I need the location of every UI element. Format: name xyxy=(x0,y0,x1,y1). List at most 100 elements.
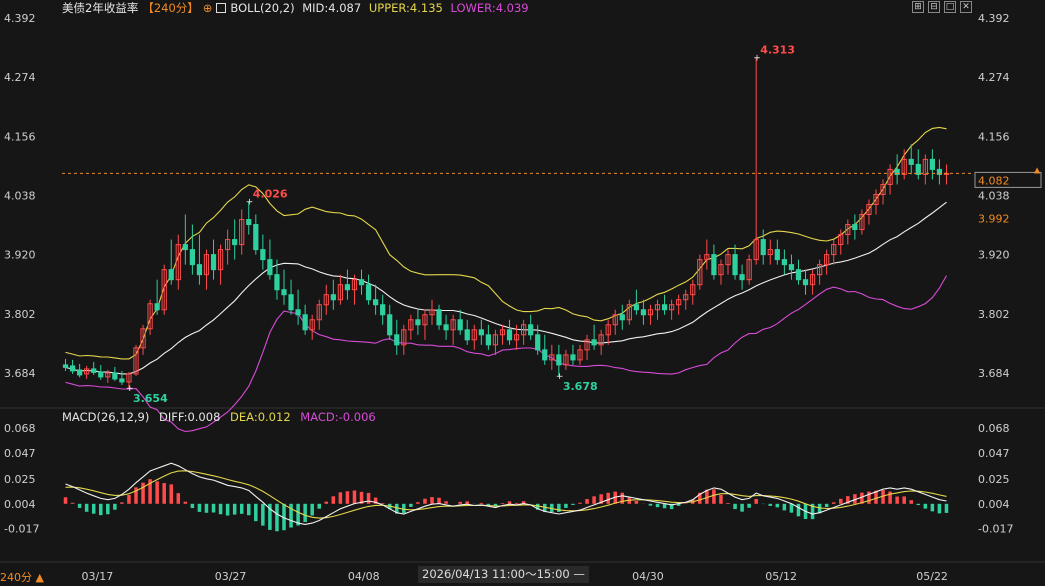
candle-body xyxy=(210,254,217,271)
candle-body xyxy=(281,289,287,296)
boll-upper-line xyxy=(65,126,947,360)
last-close-tag: 3.992 xyxy=(978,213,1010,226)
candle-body xyxy=(232,239,238,246)
candle-body xyxy=(485,334,491,346)
macd-tick-left: 0.004 xyxy=(4,498,36,511)
maximize-icon[interactable]: □ xyxy=(944,1,956,13)
candle-body xyxy=(506,329,513,341)
period-selector[interactable]: 240分 ▲ xyxy=(0,569,44,585)
candle-body xyxy=(267,259,273,276)
boll-lower-value: LOWER:4.039 xyxy=(450,1,529,15)
price-tick-left: 4.274 xyxy=(4,71,36,84)
candle-body xyxy=(330,294,336,301)
candle-body xyxy=(739,274,745,281)
candle-body xyxy=(295,309,301,316)
candle-body xyxy=(77,369,83,376)
candle-body xyxy=(182,244,188,251)
date-tick: 05/22 xyxy=(916,570,948,583)
indicator-icon[interactable] xyxy=(216,3,227,13)
dea-line xyxy=(65,470,947,519)
candle-body xyxy=(119,378,125,383)
candle-body xyxy=(457,319,463,331)
price-tick-right: 3.802 xyxy=(978,308,1010,321)
candle-body xyxy=(619,314,625,321)
annotation-label: 4.313 xyxy=(760,44,795,57)
candle-body xyxy=(168,269,174,281)
candle-body xyxy=(535,334,541,351)
candle-body xyxy=(528,324,534,336)
candle-body xyxy=(344,284,351,291)
candle-body xyxy=(260,249,266,261)
symbol-name: 美债2年收益率 xyxy=(62,1,139,15)
settings-icon[interactable]: ⊕ xyxy=(203,0,213,16)
close-icon[interactable]: ✕ xyxy=(960,1,972,13)
candle-body xyxy=(288,294,294,311)
candle-body xyxy=(760,239,766,256)
price-tick-right: 4.156 xyxy=(978,130,1010,143)
add-panel-icon[interactable]: ⊞ xyxy=(912,1,924,13)
candle-body xyxy=(91,368,97,373)
candle-body xyxy=(69,365,76,372)
candle-body xyxy=(788,264,795,271)
price-tick-right: 4.392 xyxy=(978,12,1010,25)
remove-panel-icon[interactable]: ⊟ xyxy=(928,1,940,13)
macd-header: MACD(26,12,9) DIFF:0.008 DEA:0.012 MACD:… xyxy=(62,409,382,425)
candle-body xyxy=(415,319,421,326)
chart-header: 美债2年收益率 【240分】 ⊕ BOLL(20,2) MID:4.087 UPPER… xyxy=(62,0,533,16)
price-tick-left: 4.392 xyxy=(4,12,36,25)
price-tick-right: 4.038 xyxy=(978,189,1010,202)
candle-body xyxy=(358,279,365,286)
candle-body xyxy=(478,329,484,336)
candle-body xyxy=(62,364,69,368)
candle-body xyxy=(443,324,449,331)
candle-body xyxy=(387,314,393,336)
date-tick: 03/27 xyxy=(215,570,247,583)
candle-body xyxy=(464,329,470,341)
candle-body xyxy=(570,354,576,361)
indicator-name[interactable]: BOLL(20,2) xyxy=(230,1,294,15)
date-tick: 04/08 xyxy=(348,570,380,583)
candle-body xyxy=(246,219,252,226)
macd-name[interactable]: MACD(26,12,9) xyxy=(62,410,149,424)
candle-body xyxy=(795,269,802,281)
time-range-label: 2026/04/13 11:00～15:00 — xyxy=(418,566,589,583)
boll-upper-value: UPPER:4.135 xyxy=(368,1,443,15)
macd-tick-right: 0.025 xyxy=(978,473,1010,486)
macd-tick-right: 0.047 xyxy=(978,447,1010,460)
candle-body xyxy=(929,158,935,170)
date-tick: 05/12 xyxy=(765,570,797,583)
candle-body xyxy=(661,304,668,311)
price-tick-left: 4.156 xyxy=(4,130,36,143)
candle-body xyxy=(781,259,787,266)
candle-body xyxy=(112,372,118,380)
candle-body xyxy=(732,254,738,276)
price-tick-left: 3.802 xyxy=(4,308,36,321)
candle-body xyxy=(556,354,562,366)
macd-tick-left: 0.047 xyxy=(4,447,36,460)
candle-body xyxy=(373,299,379,306)
price-tick-left: 3.920 xyxy=(4,249,36,262)
candle-body xyxy=(908,158,914,165)
candle-body xyxy=(274,274,280,291)
macd-tick-left: -0.017 xyxy=(4,523,39,536)
candle-body xyxy=(380,304,386,316)
price-tick-right: 4.274 xyxy=(978,71,1010,84)
price-chart[interactable]: 4.392 4.392 4.274 4.274 4.156 4.156 4.038 4.038… xyxy=(0,0,1045,586)
candle-body xyxy=(802,279,809,286)
candle-body xyxy=(436,309,442,326)
candle-body xyxy=(253,224,259,251)
boll-mid-line xyxy=(65,201,947,375)
candle-body xyxy=(189,249,195,266)
period-tag[interactable]: 【240分】 xyxy=(142,1,198,15)
annotation-label: 3.678 xyxy=(563,380,598,393)
current-price-arrow: ▲ xyxy=(1034,165,1041,174)
candle-body xyxy=(640,309,647,316)
macd-dea-value: DEA:0.012 xyxy=(230,410,291,424)
candle-body xyxy=(711,254,717,276)
annotation-label: 4.026 xyxy=(253,187,288,200)
candle-body xyxy=(365,284,372,301)
price-tick-left: 3.684 xyxy=(4,367,36,380)
candle-body xyxy=(302,314,308,331)
macd-tick-right: -0.017 xyxy=(978,523,1013,536)
date-tick: 03/17 xyxy=(82,570,114,583)
